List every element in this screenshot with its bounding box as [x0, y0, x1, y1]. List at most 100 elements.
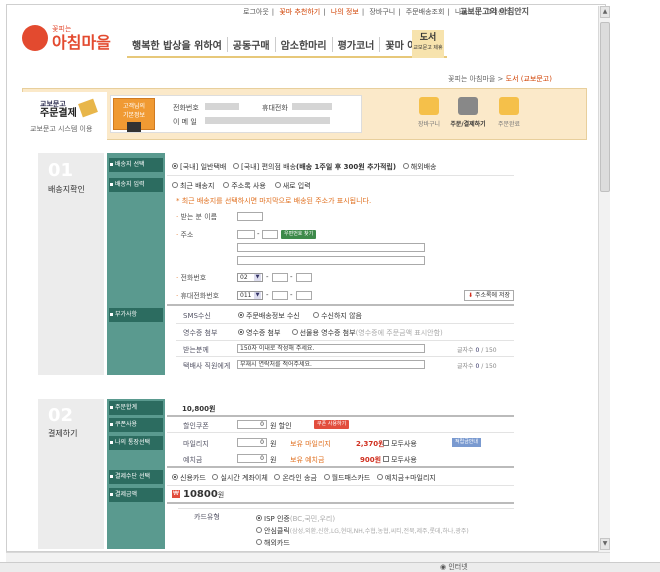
gift-receipt-label[interactable]: 선물용 영수증 첨부 [300, 329, 356, 337]
sms-no-label[interactable]: 수신하지 않음 [321, 312, 362, 320]
radio-isp[interactable] [256, 515, 262, 521]
mileage-have-label: 보유 마일리지 [290, 440, 331, 448]
pay-worldpass[interactable]: 월드패스카드 [332, 474, 371, 482]
nav-order-tracking[interactable]: 주문배송조회 [406, 8, 445, 16]
card-safe[interactable]: 안심클릭(삼성,외환,신한,LG,현대,NH,수협,농협,씨티,전북,제주,롯데… [256, 526, 469, 536]
save-address-label: 주소록에 저장 [474, 292, 510, 299]
courier-input[interactable]: 부재시 연락처를 적어주세요. [237, 360, 425, 369]
radio-domestic[interactable] [172, 163, 178, 169]
scroll-up-icon[interactable]: ▲ [600, 6, 610, 18]
radio-deposit-mileage[interactable] [376, 474, 383, 480]
radio-recent[interactable] [172, 182, 178, 188]
ship-overseas[interactable]: 해외배송 [402, 163, 437, 171]
radio-sms-no[interactable] [313, 312, 320, 318]
divider [167, 485, 514, 486]
address-notice: * 최근 배송지를 선택하시면 마지막으로 배송된 주소가 표시됩니다. [176, 197, 372, 205]
scroll-thumb[interactable] [600, 22, 610, 192]
nav-recommend[interactable]: 꽃마 추천하기 [279, 8, 320, 16]
mileage-use-all[interactable]: 모두사용 [383, 439, 417, 449]
radio-online[interactable] [274, 474, 281, 480]
phone-area-select[interactable]: 02 [237, 273, 263, 282]
ship-domestic[interactable]: [국내] 일반택배 [172, 163, 226, 171]
section1-number: 01 [48, 160, 74, 181]
phone-mid-input[interactable] [272, 273, 288, 282]
receipt-label-opt[interactable]: 영수증 첨부 [246, 329, 280, 337]
gnb-item-cow[interactable]: 암소한마리 [276, 36, 333, 52]
gnb-item-table[interactable]: 행복한 밥상을 위하여 [127, 36, 228, 52]
scroll-down-icon[interactable]: ▼ [600, 538, 610, 550]
coupon-button[interactable]: 쿠폰 사용하기 [314, 420, 350, 429]
pay-online[interactable]: 온라인 송금 [282, 474, 316, 482]
radio-convenience[interactable] [233, 163, 240, 169]
radio-overseas[interactable] [402, 163, 409, 169]
recipient-label: 받는 분 이름 [176, 212, 217, 222]
kyobo-small: 교보문고 [40, 100, 66, 108]
addr1-input[interactable] [237, 243, 425, 252]
zip1-input[interactable] [237, 230, 255, 239]
radio-worldpass[interactable] [323, 474, 330, 480]
memo-input[interactable]: 150자 이내로 작성해 주세요. [237, 344, 425, 353]
pay-deposit-mileage[interactable]: 예치금+마일리지 [385, 474, 436, 482]
gnb-item-review[interactable]: 평가코너 [333, 36, 381, 52]
sms-yes-label[interactable]: 주문배송정보 수신 [246, 312, 300, 320]
radio-safe-click[interactable] [256, 527, 262, 533]
mileage-use-all-check[interactable] [383, 440, 389, 446]
radio-addressbook[interactable] [223, 182, 230, 188]
pay-amount-suffix: 원 [217, 491, 225, 499]
courier-count-value: 0 [475, 363, 480, 370]
save-address-button[interactable]: ⬇ 주소록에 저장 [464, 290, 514, 301]
opt-addressbook[interactable]: 주소록 사용 [231, 182, 265, 190]
breadcrumb-home[interactable]: 꽃피는 아침마을 [448, 75, 495, 83]
zip2-input[interactable] [262, 230, 278, 239]
radio-gift-receipt[interactable] [291, 329, 298, 335]
mileage-input[interactable]: 0 [237, 438, 267, 447]
pay-transfer[interactable]: 실시간 계좌이체 [220, 474, 267, 482]
opt-new[interactable]: 새로 입력 [283, 182, 311, 190]
radio-transfer[interactable] [212, 474, 219, 480]
ship-convenience[interactable]: [국내] 편의점 배송(배송 1주일 후 300원 추가적립) [233, 163, 396, 171]
zip-search-button[interactable]: 우편번호 찾기 [281, 230, 317, 239]
side-total: 주문합계 [109, 401, 163, 415]
mileage-info-button[interactable]: 적립금안내 [452, 438, 482, 447]
radio-new[interactable] [274, 182, 281, 188]
radio-overseas-card[interactable] [256, 539, 262, 545]
mobile-mid-input[interactable] [272, 291, 288, 300]
vertical-scrollbar[interactable]: ▲ ▼ [598, 6, 610, 552]
section2-number: 02 [48, 405, 74, 426]
deposit-use-all-check[interactable] [383, 456, 389, 462]
zip-sep: - [257, 230, 260, 238]
phone-last-input[interactable] [296, 273, 312, 282]
nav-cart[interactable]: 장바구니 [369, 8, 395, 16]
deposit-have-value: 900원 [360, 456, 382, 464]
step-cart: 장바구니 [410, 97, 448, 128]
horizontal-scrollbar[interactable] [6, 552, 610, 562]
kyobo-sub: 교보문고 시스템 이용 [30, 125, 93, 133]
card-overseas[interactable]: 해외카드 [256, 538, 290, 548]
gnb-item-group-buy[interactable]: 공동구매 [228, 36, 276, 52]
email-label: 이 메 일 [173, 118, 197, 126]
gnb-item-books[interactable]: 도서 교보문고 제휴 [412, 30, 444, 58]
mobile-prefix-select[interactable]: 011 [237, 291, 263, 300]
nav-logout[interactable]: 로그아웃 [243, 8, 269, 16]
phone-field-label: 전화번호 [176, 273, 206, 283]
won-icon: ₩ [172, 490, 180, 498]
site-logo[interactable]: 꽃피는 아침마을 [52, 22, 111, 51]
memo-count-value: 0 [475, 347, 480, 354]
radio-credit-card[interactable] [172, 474, 178, 480]
logo-icon[interactable] [22, 25, 48, 51]
mobile-last-input[interactable] [296, 291, 312, 300]
deposit-input[interactable]: 0 [237, 454, 267, 463]
radio-sms-yes[interactable] [238, 312, 244, 318]
opt-recent[interactable]: 최근 배송지 [180, 182, 214, 190]
nav-my-info[interactable]: 나의 정보 [331, 8, 359, 16]
mileage-use-all-label: 모두사용 [391, 440, 417, 448]
recipient-input[interactable] [237, 212, 263, 221]
section1-title: 배송지확인 [48, 185, 85, 194]
breadcrumb: 꽃피는 아침마을 > 도서 (교보문고) [448, 74, 552, 84]
pay-credit-card[interactable]: 신용카드 [180, 474, 206, 482]
radio-receipt[interactable] [238, 329, 244, 335]
deposit-use-all[interactable]: 모두사용 [383, 455, 417, 465]
addr2-input[interactable] [237, 256, 425, 265]
status-zone: 인터넷 [448, 563, 468, 571]
card-isp[interactable]: ISP 인증(BC,국민,우리) [256, 514, 335, 524]
